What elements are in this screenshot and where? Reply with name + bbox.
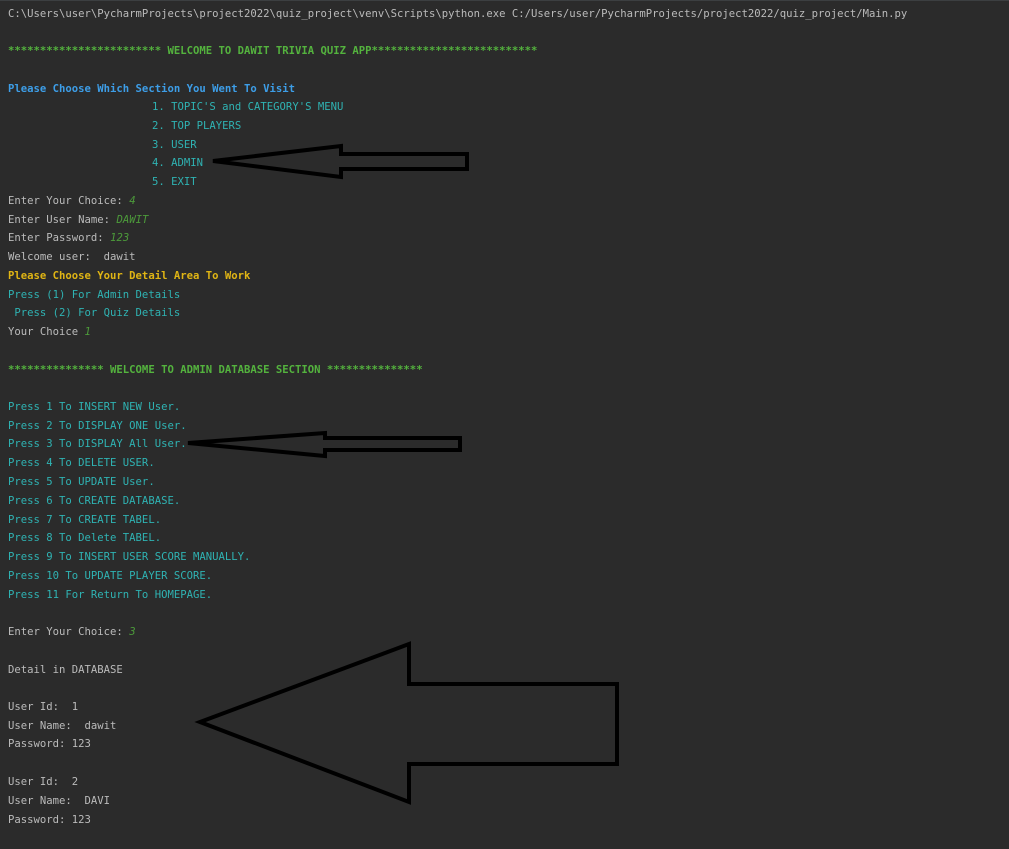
enter-username-label: Enter User Name: [8, 214, 117, 226]
main-menu-item-topics: 1. TOPIC'S and CATEGORY'S MENU [152, 101, 344, 113]
record-2-id: User Id: 2 [8, 776, 79, 788]
admin-menu-item-3: Press 3 To DISPLAY All User. [8, 438, 187, 450]
admin-menu-item-9: Press 9 To INSERT USER SCORE MANUALLY. [8, 551, 251, 563]
record-1-password: Password: 123 [8, 738, 91, 750]
record-2-password: Password: 123 [8, 814, 91, 826]
choose-section-prompt: Please Choose Which Section You Went To … [8, 83, 296, 95]
arrow-to-user-records-icon [194, 641, 619, 805]
enter-username-value: DAWIT [116, 214, 149, 226]
enter-choice2-line: Enter Your Choice: 3 [8, 623, 136, 641]
press-quiz-details: Press (2) For Quiz Details [8, 307, 181, 319]
enter-password-line: Enter Password: 123 [8, 229, 129, 247]
admin-menu-item-10: Press 10 To UPDATE PLAYER SCORE. [8, 570, 213, 582]
enter-choice-value: 4 [129, 195, 136, 207]
admin-banner: *************** WELCOME TO ADMIN DATABAS… [8, 364, 423, 376]
welcome-banner: ************************ WELCOME TO DAWI… [8, 45, 538, 57]
press-admin-details: Press (1) For Admin Details [8, 289, 181, 301]
enter-choice2-label: Enter Your Choice: [8, 626, 130, 638]
detail-area-prompt: Please Choose Your Detail Area To Work [8, 270, 251, 282]
admin-menu-item-5: Press 5 To UPDATE User. [8, 476, 155, 488]
admin-menu-item-2: Press 2 To DISPLAY ONE User. [8, 420, 187, 432]
welcome-user-line: Welcome user: dawit [8, 251, 136, 263]
admin-menu-item-4: Press 4 To DELETE USER. [8, 457, 155, 469]
enter-password-value: 123 [110, 232, 130, 244]
main-menu-item-admin: 4. ADMIN [152, 157, 204, 169]
admin-menu-item-8: Press 8 To Delete TABEL. [8, 532, 162, 544]
run-command-line: C:\Users\user\PycharmProjects\project202… [8, 8, 908, 20]
enter-choice2-value: 3 [129, 626, 136, 638]
record-1-name: User Name: dawit [8, 720, 117, 732]
your-choice-line: Your Choice 1 [8, 323, 91, 341]
enter-choice-label: Enter Your Choice: [8, 195, 130, 207]
record-1-id: User Id: 1 [8, 701, 79, 713]
enter-choice-line: Enter Your Choice: 4 [8, 192, 136, 210]
admin-menu-item-6: Press 6 To CREATE DATABASE. [8, 495, 181, 507]
main-menu-item-exit: 5. EXIT [152, 176, 197, 188]
main-menu-item-user: 3. USER [152, 139, 197, 151]
enter-username-line: Enter User Name: DAWIT [8, 211, 148, 229]
admin-menu-item-11: Press 11 For Return To HOMEPAGE. [8, 589, 213, 601]
admin-menu-item-1: Press 1 To INSERT NEW User. [8, 401, 181, 413]
admin-menu-item-7: Press 7 To CREATE TABEL. [8, 514, 162, 526]
record-2-name: User Name: DAVI [8, 795, 111, 807]
your-choice-value: 1 [84, 326, 91, 338]
enter-password-label: Enter Password: [8, 232, 111, 244]
your-choice-label: Your Choice [8, 326, 85, 338]
run-console-output[interactable]: C:\Users\user\PycharmProjects\project202… [0, 0, 1009, 849]
arrow-to-display-all-icon [187, 430, 462, 459]
detail-in-database: Detail in DATABASE [8, 664, 123, 676]
main-menu-item-top-players: 2. TOP PLAYERS [152, 120, 242, 132]
arrow-to-admin-icon [212, 143, 469, 180]
